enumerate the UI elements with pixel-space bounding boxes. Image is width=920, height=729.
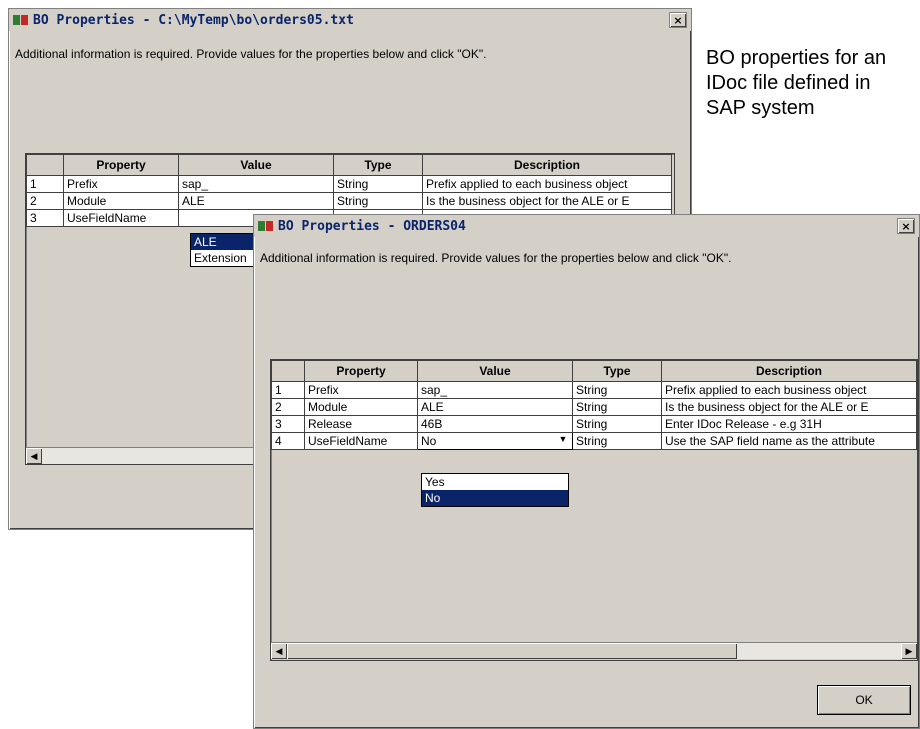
table-header-row: Property Value Type Description	[26, 154, 672, 176]
table-row[interactable]: 4 UseFieldName No ▼ String Use the SAP f…	[271, 432, 917, 450]
table-row[interactable]: 3 Release 46B String Enter IDoc Release …	[271, 415, 917, 433]
column-header-type[interactable]: Type	[572, 360, 662, 382]
row-number: 1	[271, 381, 305, 399]
table-row[interactable]: 1 Prefix sap_ String Prefix applied to e…	[26, 175, 672, 193]
info-text: Additional information is required. Prov…	[15, 47, 487, 61]
description-cell: Is the business object for the ALE or E	[661, 398, 917, 416]
scroll-right-icon[interactable]: ▶	[901, 643, 917, 659]
column-header-property[interactable]: Property	[304, 360, 418, 382]
column-header-property[interactable]: Property	[63, 154, 179, 176]
value-dropdown-list: Yes No	[421, 473, 569, 507]
bo-properties-dialog-orders04: BO Properties - ORDERS04 × Additional in…	[253, 214, 920, 729]
property-cell[interactable]: UseFieldName	[63, 209, 179, 227]
column-header-description[interactable]: Description	[422, 154, 672, 176]
value-cell[interactable]: ALE	[417, 398, 573, 416]
row-number: 3	[26, 209, 64, 227]
chevron-down-icon[interactable]: ▼	[557, 434, 569, 444]
property-cell[interactable]: Prefix	[63, 175, 179, 193]
value-combo[interactable]: No ▼	[417, 432, 573, 450]
info-text: Additional information is required. Prov…	[260, 251, 732, 265]
column-header-index	[271, 360, 305, 382]
value-cell[interactable]: sap_	[417, 381, 573, 399]
figure-caption: BO properties for an IDoc file defined i…	[706, 47, 887, 119]
column-header-value[interactable]: Value	[417, 360, 573, 382]
column-header-index	[26, 154, 64, 176]
table-row[interactable]: 2 Module ALE String Is the business obje…	[26, 192, 672, 210]
type-cell: String	[333, 175, 423, 193]
type-cell: String	[572, 432, 662, 450]
property-cell[interactable]: Release	[304, 415, 418, 433]
property-cell[interactable]: UseFieldName	[304, 432, 418, 450]
scrollbar-thumb[interactable]	[287, 643, 737, 659]
value-combo-text: ALE	[182, 194, 205, 208]
properties-grid: Property Value Type Description 1 Prefix…	[270, 359, 918, 661]
scroll-left-icon[interactable]: ◀	[271, 643, 287, 659]
close-button[interactable]: ×	[897, 218, 915, 234]
app-icon	[258, 220, 274, 232]
dialog-titlebar: BO Properties - ORDERS04 ×	[254, 215, 919, 237]
dropdown-option-yes[interactable]: Yes	[422, 474, 568, 490]
value-cell[interactable]: 46B	[417, 415, 573, 433]
dialog-title: BO Properties - C:\MyTemp\bo\orders05.tx…	[33, 12, 354, 28]
row-number: 3	[271, 415, 305, 433]
dropdown-option-no[interactable]: No	[422, 490, 568, 506]
column-header-value[interactable]: Value	[178, 154, 334, 176]
value-combo[interactable]: ALE	[178, 192, 334, 210]
property-cell[interactable]: Module	[304, 398, 418, 416]
description-cell: Prefix applied to each business object	[422, 175, 672, 193]
table-header-row: Property Value Type Description	[271, 360, 917, 382]
row-number: 1	[26, 175, 64, 193]
table-row[interactable]: 1 Prefix sap_ String Prefix applied to e…	[271, 381, 917, 399]
value-combo-text: No	[421, 434, 437, 448]
type-cell: String	[572, 415, 662, 433]
dialog-titlebar: BO Properties - C:\MyTemp\bo\orders05.tx…	[9, 9, 691, 31]
description-cell: Prefix applied to each business object	[661, 381, 917, 399]
type-cell: String	[572, 398, 662, 416]
column-header-type[interactable]: Type	[333, 154, 423, 176]
description-cell: Is the business object for the ALE or E	[422, 192, 672, 210]
property-cell[interactable]: Module	[63, 192, 179, 210]
description-cell: Use the SAP field name as the attribute	[661, 432, 917, 450]
row-number: 4	[271, 432, 305, 450]
horizontal-scrollbar[interactable]: ◀ ▶	[271, 642, 917, 659]
properties-table: Property Value Type Description 1 Prefix…	[271, 360, 917, 450]
type-cell: String	[333, 192, 423, 210]
row-number: 2	[271, 398, 305, 416]
row-number: 2	[26, 192, 64, 210]
value-cell[interactable]: sap_	[178, 175, 334, 193]
description-cell: Enter IDoc Release - e.g 31H	[661, 415, 917, 433]
table-row[interactable]: 2 Module ALE String Is the business obje…	[271, 398, 917, 416]
close-button[interactable]: ×	[669, 12, 687, 28]
column-header-description[interactable]: Description	[661, 360, 917, 382]
dialog-title: BO Properties - ORDERS04	[278, 218, 466, 234]
ok-button[interactable]: OK	[817, 685, 911, 715]
property-cell[interactable]: Prefix	[304, 381, 418, 399]
type-cell: String	[572, 381, 662, 399]
app-icon	[13, 14, 29, 26]
scroll-left-icon[interactable]: ◀	[26, 448, 42, 464]
